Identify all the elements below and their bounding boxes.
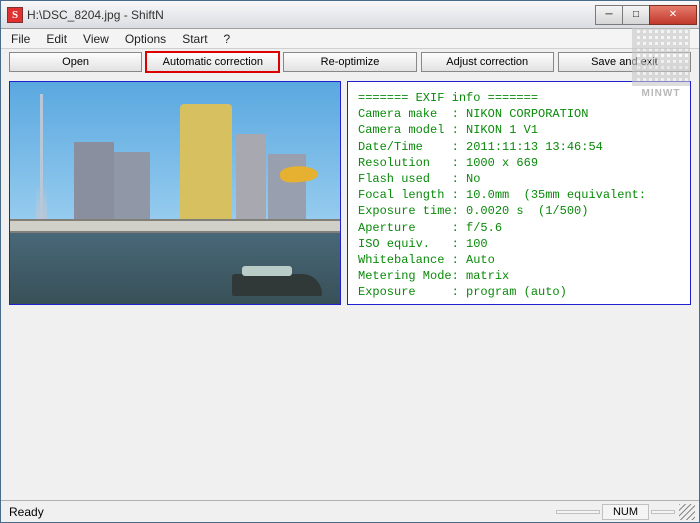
status-num-lock: NUM xyxy=(602,504,649,520)
exif-header: ======= EXIF info ======= xyxy=(358,91,538,105)
exif-aperture: Aperture : f/5.6 xyxy=(358,221,502,235)
app-window: S H:\DSC_8204.jpg - ShiftN ─ □ ✕ File Ed… xyxy=(0,0,700,523)
adjust-correction-button[interactable]: Adjust correction xyxy=(421,52,554,72)
minimize-button[interactable]: ─ xyxy=(595,5,623,25)
empty-area xyxy=(1,307,699,500)
exif-iso: ISO equiv. : 100 xyxy=(358,237,488,251)
preview-building xyxy=(268,154,306,224)
exif-camera-model: Camera model : NIKON 1 V1 xyxy=(358,123,538,137)
content-area: ======= EXIF info ======= Camera make : … xyxy=(1,75,699,307)
preview-building-gold xyxy=(180,104,232,224)
exif-resolution: Resolution : 1000 x 669 xyxy=(358,156,538,170)
exif-info-panel: ======= EXIF info ======= Camera make : … xyxy=(347,81,691,305)
preview-highway xyxy=(10,219,340,233)
open-button[interactable]: Open xyxy=(9,52,142,72)
close-button[interactable]: ✕ xyxy=(649,5,697,25)
status-cell-empty xyxy=(556,510,600,514)
exif-focal-length: Focal length : 10.0mm (35mm equivalent: xyxy=(358,188,646,202)
automatic-correction-button[interactable]: Automatic correction xyxy=(146,52,279,72)
status-bar: Ready NUM xyxy=(1,500,699,522)
preview-boat xyxy=(232,274,322,296)
exif-exposure-time: Exposure time: 0.0020 s (1/500) xyxy=(358,204,588,218)
toolbar: Open Automatic correction Re-optimize Ad… xyxy=(1,49,699,75)
exif-datetime: Date/Time : 2011:11:13 13:46:54 xyxy=(358,140,603,154)
exif-whitebalance: Whitebalance : Auto xyxy=(358,253,495,267)
menu-bar: File Edit View Options Start ? xyxy=(1,29,699,49)
status-cell-empty xyxy=(651,510,675,514)
exif-camera-make: Camera make : NIKON CORPORATION xyxy=(358,107,588,121)
menu-help[interactable]: ? xyxy=(216,30,239,48)
window-title: H:\DSC_8204.jpg - ShiftN xyxy=(27,8,596,22)
status-ready: Ready xyxy=(5,505,554,519)
preview-building xyxy=(114,152,150,224)
app-icon: S xyxy=(7,7,23,23)
exif-exposure-mode: Exposure : program (auto) xyxy=(358,285,567,299)
image-preview[interactable] xyxy=(9,81,341,305)
preview-building xyxy=(74,142,114,224)
menu-options[interactable]: Options xyxy=(117,30,174,48)
preview-skytree xyxy=(40,94,43,224)
title-bar: S H:\DSC_8204.jpg - ShiftN ─ □ ✕ xyxy=(1,1,699,29)
preview-building xyxy=(236,134,266,224)
resize-grip[interactable] xyxy=(679,504,695,520)
exif-flash: Flash used : No xyxy=(358,172,480,186)
menu-edit[interactable]: Edit xyxy=(38,30,75,48)
re-optimize-button[interactable]: Re-optimize xyxy=(283,52,416,72)
menu-start[interactable]: Start xyxy=(174,30,215,48)
exif-metering: Metering Mode: matrix xyxy=(358,269,509,283)
window-controls: ─ □ ✕ xyxy=(596,5,697,25)
menu-view[interactable]: View xyxy=(75,30,117,48)
maximize-button[interactable]: □ xyxy=(622,5,650,25)
save-and-exit-button[interactable]: Save and exit xyxy=(558,52,691,72)
menu-file[interactable]: File xyxy=(3,30,38,48)
